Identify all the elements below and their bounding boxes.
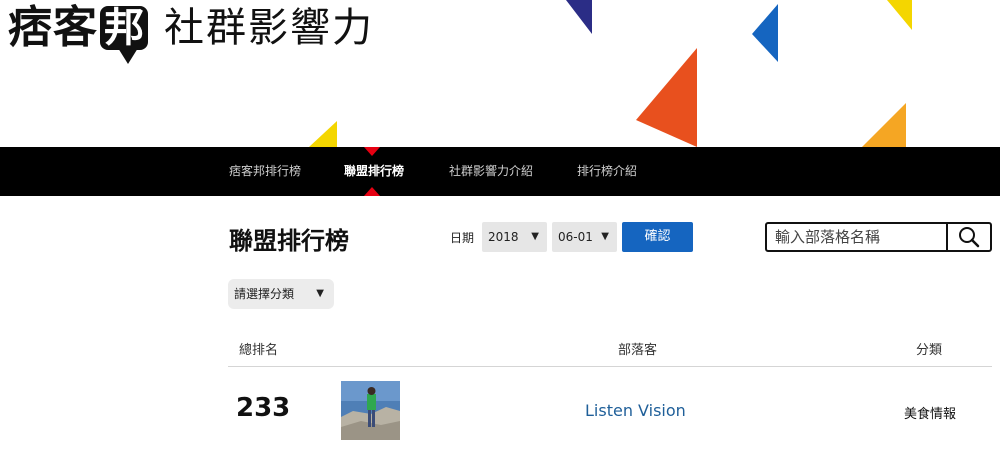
nav-item-pixnet-ranking[interactable]: 痞客邦排行榜 (229, 147, 301, 196)
row-category: 美食情報 (904, 407, 957, 422)
search-icon (959, 227, 980, 248)
avatar-image (341, 381, 400, 440)
triangle-orange-small (862, 103, 906, 147)
column-header-category: 分類 (916, 343, 943, 358)
day-select[interactable]: 06-01 ▼ (552, 222, 617, 252)
main-nav: 痞客邦排行榜 聯盟排行榜 社群影響力介紹 排行榜介紹 (0, 147, 1000, 196)
nav-item-influence-intro[interactable]: 社群影響力介紹 (449, 147, 533, 196)
table-divider (228, 366, 992, 367)
day-select-value: 06-01 (558, 230, 593, 244)
logo-bubble: 邦 (100, 6, 148, 64)
chevron-down-icon: ▼ (601, 231, 609, 242)
active-marker-top (364, 147, 380, 156)
column-header-rank: 總排名 (239, 343, 279, 358)
confirm-button[interactable]: 確認 (622, 222, 693, 252)
page-title: 聯盟排行榜 (229, 227, 349, 255)
date-label: 日期 (450, 231, 475, 245)
triangle-yellow-bottom (309, 121, 337, 147)
column-header-blogger: 部落客 (618, 343, 658, 358)
triangle-yellow-top (887, 0, 912, 30)
search-button[interactable] (948, 224, 990, 250)
triangle-navy (566, 0, 592, 34)
chevron-down-icon: ▼ (316, 288, 324, 299)
nav-item-ranking-intro[interactable]: 排行榜介紹 (577, 147, 637, 196)
category-select-value: 請選擇分類 (234, 287, 295, 301)
site-logo[interactable]: 痞客 邦 社群影響力 (8, 2, 374, 64)
search-input[interactable] (767, 224, 948, 250)
blog-name-link[interactable]: Listen Vision (585, 401, 686, 420)
active-marker-bottom (364, 187, 380, 196)
year-select[interactable]: 2018 ▼ (482, 222, 547, 252)
triangle-blue (752, 4, 778, 62)
logo-subtitle: 社群影響力 (164, 5, 374, 51)
year-select-value: 2018 (488, 230, 519, 244)
category-select[interactable]: 請選擇分類 ▼ (228, 279, 334, 309)
triangle-orange-large (636, 48, 697, 147)
logo-text: 痞客 (8, 2, 98, 53)
search-box (765, 222, 992, 252)
site-header: 痞客 邦 社群影響力 (0, 0, 1000, 147)
rank-number: 233 (236, 393, 291, 423)
avatar[interactable] (341, 381, 400, 440)
chevron-down-icon: ▼ (531, 231, 539, 242)
